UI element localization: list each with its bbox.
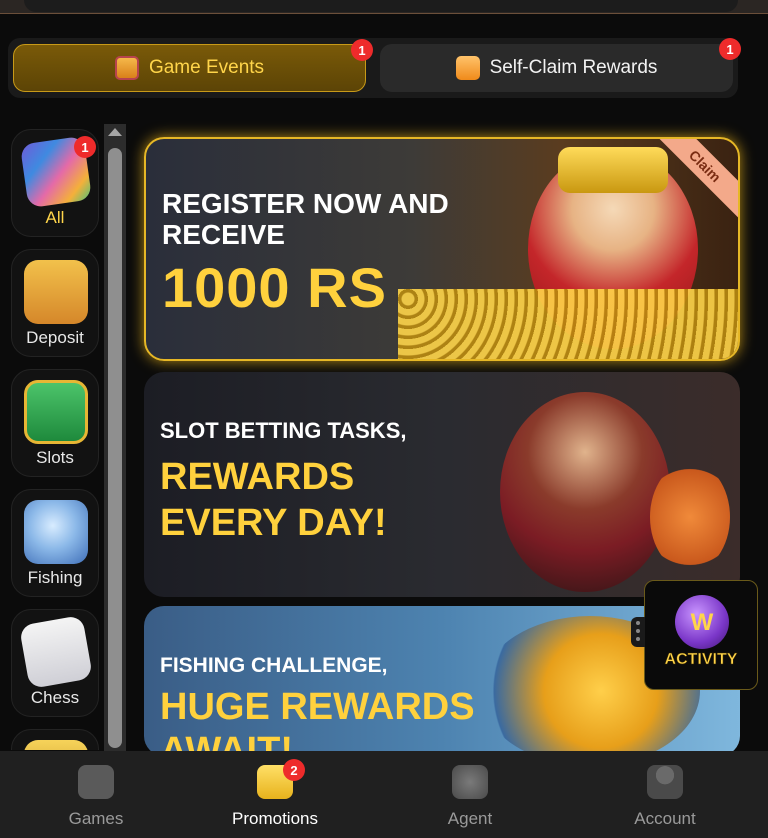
nav-promotions-badge: 2 [283,759,305,781]
gamepad-icon [78,765,114,799]
banner-slot-line3: EVERY DAY! [160,502,387,544]
gift-calendar-icon [114,56,139,80]
nav-label: Promotions [232,809,318,828]
sidebar-item-label: Deposit [26,328,84,347]
pirate-illustration [500,392,670,592]
slot-machine-icon [24,380,88,444]
scrollbar-thumb[interactable] [108,148,122,748]
banner-fishing-line1: FISHING CHALLENGE, [160,654,388,677]
banner-slot-line1: SLOT BETTING TASKS, [160,418,407,443]
bottom-nav: Games 2 Promotions Agent Account [0,751,768,838]
nav-label: Agent [447,809,493,828]
activity-floating-button[interactable]: W ACTIVITY [631,580,758,690]
gift-box-icon [455,56,480,80]
gold-coins-illustration [398,289,738,359]
cards-icon [18,614,94,690]
category-sidebar: All 1 Deposit Slots Fishing Chess [8,125,102,750]
wallet-icon [24,260,88,324]
tab-self-claim-label: Self-Claim Rewards [489,57,658,78]
sidebar-item-label: Fishing [27,568,83,587]
banner-register-now[interactable]: REGISTER NOW AND RECEIVE 1000 RS Claim [144,137,740,361]
sidebar-item-label: Chess [30,688,80,707]
sidebar-item-deposit[interactable]: Deposit [11,249,99,357]
sidebar-item-next[interactable] [11,729,99,750]
sidebar-item-chess[interactable]: Chess [11,609,99,717]
top-panel-edge [24,0,738,12]
coin-icon [24,740,88,750]
fortune-god-hat-illustration [558,147,668,193]
tab-self-claim-rewards[interactable]: Self-Claim Rewards 1 [380,38,741,92]
drag-handle-icon[interactable] [631,617,645,647]
sidebar-item-fishing[interactable]: Fishing [11,489,99,597]
sidebar-all-badge: 1 [74,136,96,158]
activity-label: ACTIVITY [664,651,738,669]
banner-register-line2: RECEIVE [162,219,285,250]
banner-slot-betting[interactable]: SLOT BETTING TASKS, REWARDS EVERY DAY! [144,372,740,597]
activity-logo-letter: W [690,609,714,636]
top-strip [0,0,768,14]
tab-self-claim-badge: 1 [719,38,741,60]
fox-illustration [650,462,730,572]
fish-icon [24,500,88,564]
nav-games[interactable]: Games [0,751,192,838]
nav-account[interactable]: Account [569,751,761,838]
user-icon [647,765,683,799]
banner-register-amount: 1000 RS [162,256,387,319]
banner-fishing-line2: HUGE REWARDS [160,686,475,728]
banner-slot-line2: REWARDS [160,456,355,498]
sidebar-item-all[interactable]: All 1 [11,129,99,237]
nav-agent[interactable]: Agent [374,751,566,838]
nav-promotions[interactable]: 2 Promotions [179,751,371,838]
promo-tabbar: Game Events 1 Self-Claim Rewards 1 [8,38,741,98]
tab-game-events-label: Game Events [148,57,265,78]
nav-label: Account [634,809,696,828]
nav-label: Games [68,809,124,828]
sidebar-item-slots[interactable]: Slots [11,369,99,477]
tab-game-events-badge: 1 [351,39,373,61]
sidebar-scrollbar[interactable] [104,124,126,752]
tab-game-events[interactable]: Game Events 1 [13,39,373,92]
sidebar-item-label: All [45,208,65,227]
banner-register-line1: REGISTER NOW AND [162,188,449,219]
coin-stack-icon [452,765,488,799]
scroll-up-arrow-icon[interactable] [108,128,122,136]
sidebar-item-label: Slots [36,448,74,467]
